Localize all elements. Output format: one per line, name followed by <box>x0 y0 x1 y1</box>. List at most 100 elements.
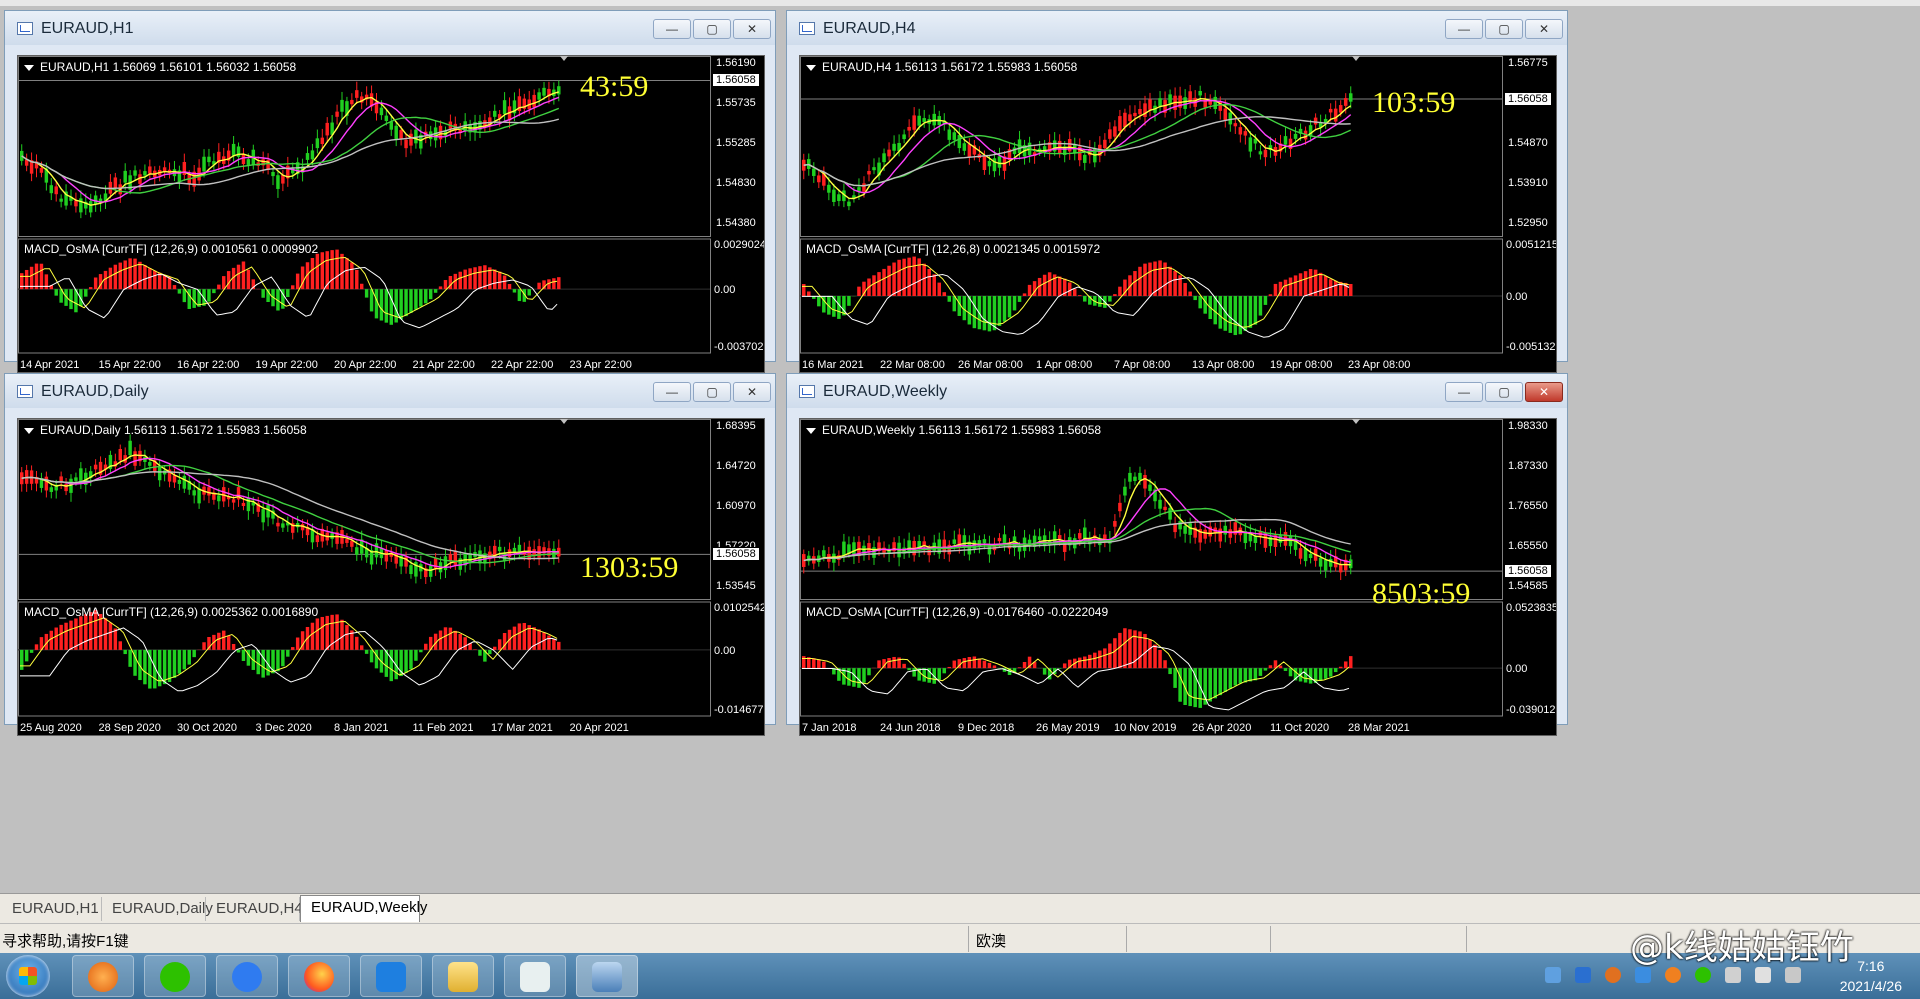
candle-body <box>1163 506 1167 511</box>
mountain-app-icon <box>376 962 406 992</box>
macd-histogram-bar <box>877 660 881 669</box>
moving-average-line <box>21 96 560 203</box>
chart-window[interactable]: EURAUD,Daily — ▢ ✕ 1.68395 1.64720 1.60970… <box>4 373 776 736</box>
date-axis-label: 28 Mar 2021 <box>1348 722 1410 734</box>
macd-histogram-bar <box>962 658 967 669</box>
macd-histogram-bar <box>1253 668 1258 681</box>
macd-histogram-bar <box>44 274 49 290</box>
candle-body <box>281 175 285 184</box>
macd-histogram-bar <box>153 270 157 290</box>
taskbar-explorer[interactable] <box>432 955 494 997</box>
minimize-button[interactable]: — <box>1445 19 1483 39</box>
chart-window[interactable]: EURAUD,H4 — ▢ ✕ 1.567751.558301.548701.5… <box>786 10 1568 373</box>
taskbar-note-app[interactable] <box>216 955 278 997</box>
current-price-tag: 1.56058 <box>712 547 760 562</box>
candle-body <box>872 547 876 558</box>
window-titlebar[interactable]: EURAUD,Weekly — ▢ ✕ <box>787 374 1567 408</box>
current-price-tag: 1.56058 <box>1504 564 1552 579</box>
minimize-button[interactable]: — <box>1445 382 1483 402</box>
tray-signal-icon[interactable] <box>1785 967 1801 983</box>
macd-histogram-bar <box>202 642 206 650</box>
macd-histogram-bar <box>892 262 896 296</box>
maximize-button[interactable]: ▢ <box>1485 382 1523 402</box>
macd-histogram-bar <box>497 639 502 650</box>
macd-histogram-bar <box>1288 668 1293 677</box>
candle-body <box>1183 97 1187 109</box>
close-button[interactable]: ✕ <box>1525 382 1563 402</box>
indicator-header: MACD_OsMA [CurrTF] (12,26,8) 0.0021345 0… <box>806 242 1101 256</box>
taskbar-app-5[interactable] <box>360 955 422 997</box>
taskbar-app-7[interactable] <box>504 955 566 997</box>
macd-histogram-bar <box>148 268 152 290</box>
minimize-button[interactable]: — <box>653 19 691 39</box>
indicator-panel-border <box>18 238 711 354</box>
macd-histogram-bar <box>473 267 477 290</box>
tab-euraud-h1[interactable]: EURAUD,H1 <box>2 897 102 921</box>
candle-body <box>1303 548 1308 562</box>
close-button[interactable]: ✕ <box>733 382 771 402</box>
candle-body <box>1213 96 1218 110</box>
tray-shield-icon[interactable] <box>1575 967 1591 983</box>
tray-icon-1[interactable] <box>1545 967 1561 983</box>
price-chart[interactable]: 1.56190 1.55735 1.55285 1.54830 1.54380 0.002… <box>17 55 765 373</box>
close-button[interactable]: ✕ <box>733 19 771 39</box>
candle-body <box>1258 151 1263 155</box>
candle-body <box>148 166 152 174</box>
macd-histogram-bar <box>458 271 462 290</box>
date-axis-label: 17 Mar 2021 <box>491 722 553 734</box>
window-titlebar[interactable]: EURAUD,H4 — ▢ ✕ <box>787 11 1567 45</box>
taskbar-wechat[interactable] <box>144 955 206 997</box>
candle-body <box>1002 534 1007 544</box>
maximize-button[interactable]: ▢ <box>693 382 731 402</box>
watermark-text: @k线姑姑钰竹 <box>1630 928 1854 968</box>
price-chart[interactable]: 1.567751.558301.548701.539101.529500.005… <box>799 55 1557 373</box>
macd-histogram-bar <box>1218 296 1223 329</box>
macd-histogram-bar <box>325 615 329 650</box>
window-titlebar[interactable]: EURAUD,H1 — ▢ ✕ <box>5 11 775 45</box>
minimize-button[interactable]: — <box>653 382 691 402</box>
macd-histogram-bar <box>902 258 906 296</box>
price-chart[interactable]: 1.98330 1.87330 1.76550 1.65550 1.54585 0.052… <box>799 418 1557 736</box>
macd-histogram-bar <box>448 627 453 650</box>
macd-histogram-bar <box>49 630 54 650</box>
taskbar-mt4[interactable] <box>576 955 638 997</box>
price-axis-label: 1.55285 <box>716 137 756 149</box>
candle-body <box>384 550 389 562</box>
date-axis-label: 23 Apr 08:00 <box>1348 359 1410 371</box>
macd-histogram-bar <box>972 296 977 329</box>
price-chart[interactable]: 1.68395 1.64720 1.60970 1.57220 1.53545 0.010… <box>17 418 765 736</box>
window-titlebar[interactable]: EURAUD,Daily — ▢ ✕ <box>5 374 775 408</box>
start-button[interactable] <box>6 955 50 997</box>
wechat-icon <box>160 962 190 992</box>
close-button[interactable]: ✕ <box>1525 19 1563 39</box>
maximize-button[interactable]: ▢ <box>1485 19 1523 39</box>
tray-network-icon[interactable] <box>1725 967 1741 983</box>
date-axis-label: 16 Mar 2021 <box>802 359 864 371</box>
tab-euraud-h4[interactable]: EURAUD,H4 <box>206 897 303 921</box>
tab-euraud-weekly[interactable]: EURAUD,Weekly <box>300 895 427 922</box>
candle-body <box>1288 536 1293 547</box>
macd-histogram-bar <box>1072 288 1077 296</box>
tray-volume-icon[interactable] <box>1755 967 1771 983</box>
tab-euraud-daily[interactable]: EURAUD,Daily <box>102 897 213 921</box>
tray-icon-4[interactable] <box>1635 967 1651 983</box>
taskbar-app-1[interactable] <box>72 955 134 997</box>
maximize-button[interactable]: ▢ <box>693 19 731 39</box>
candle-body <box>1103 139 1107 149</box>
candle-body <box>39 168 44 173</box>
candle-body <box>54 186 58 195</box>
candle-body <box>1128 114 1132 122</box>
chart-window[interactable]: EURAUD,H1 — ▢ ✕ 1.56190 1.55735 1.55285 1.5… <box>4 10 776 373</box>
tray-icon-5[interactable] <box>1665 967 1681 983</box>
date-axis-label: 23 Apr 22:00 <box>570 359 632 371</box>
tray-wechat-icon[interactable] <box>1695 967 1711 983</box>
macd-histogram-bar <box>892 656 896 669</box>
chart-window[interactable]: EURAUD,Weekly — ▢ ✕ 1.98330 1.87330 1.7655… <box>786 373 1568 736</box>
macd-histogram-bar <box>335 614 339 650</box>
macd-histogram-bar <box>1078 295 1082 296</box>
taskbar-firefox[interactable] <box>288 955 350 997</box>
tray-icon-3[interactable] <box>1605 967 1621 983</box>
candle-body <box>887 149 891 157</box>
macd-histogram-bar <box>295 273 300 290</box>
macd-histogram-bar <box>527 289 531 296</box>
